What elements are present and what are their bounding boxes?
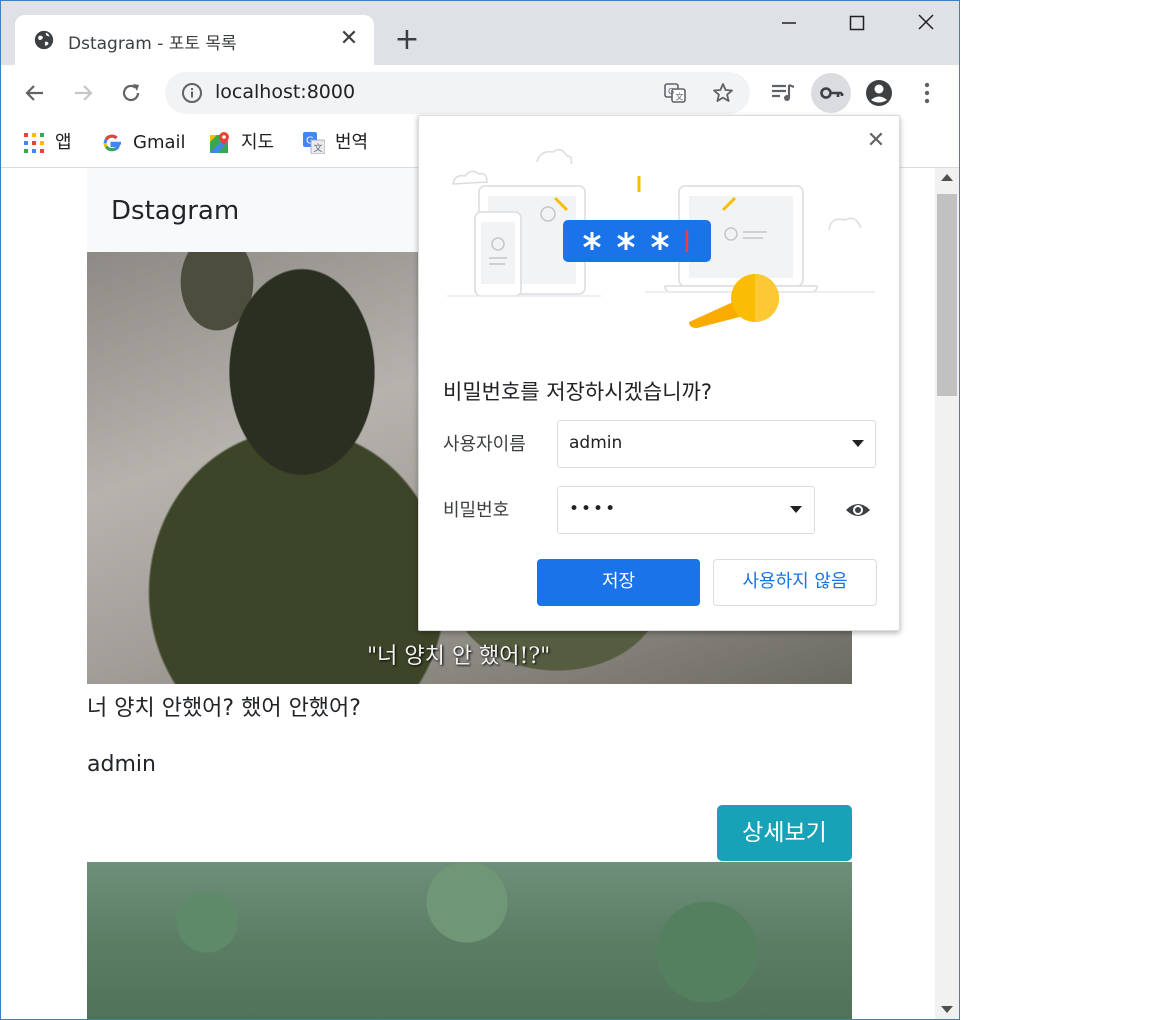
tab-title: Dstagram - 포토 목록 bbox=[68, 34, 237, 54]
url-text[interactable]: localhost:8000 bbox=[215, 81, 355, 103]
post-author: admin bbox=[87, 752, 156, 777]
scroll-thumb[interactable] bbox=[937, 194, 957, 396]
username-dropdown[interactable]: admin bbox=[557, 420, 876, 468]
globe-icon bbox=[34, 30, 54, 50]
vertical-scrollbar[interactable] bbox=[935, 168, 959, 1019]
close-icon bbox=[918, 14, 934, 30]
star-icon[interactable] bbox=[711, 81, 735, 105]
bookmark-label: 앱 bbox=[55, 132, 72, 153]
minimize-icon bbox=[782, 22, 796, 24]
bookmark-label: 번역 bbox=[335, 132, 369, 153]
username-label: 사용자이름 bbox=[443, 434, 526, 455]
password-key-button[interactable] bbox=[811, 73, 851, 113]
media-playlist-icon[interactable] bbox=[767, 77, 799, 109]
apps-grid-icon bbox=[24, 133, 44, 153]
close-window-button[interactable] bbox=[904, 9, 948, 39]
tab-close-icon[interactable]: ✕ bbox=[337, 27, 361, 51]
svg-text:文: 文 bbox=[676, 92, 684, 102]
maximize-icon bbox=[849, 15, 865, 31]
bookmark-label: Gmail bbox=[133, 132, 186, 153]
save-button[interactable]: 저장 bbox=[537, 559, 700, 606]
back-button[interactable] bbox=[17, 75, 53, 111]
detail-button[interactable]: 상세보기 bbox=[717, 805, 852, 861]
reload-button[interactable] bbox=[113, 75, 149, 111]
arrow-left-icon bbox=[25, 85, 43, 101]
scroll-up-arrow-icon[interactable] bbox=[941, 174, 953, 181]
browser-window: Dstagram - 포토 목록 ✕ + localhost:8000 G文 앱… bbox=[0, 0, 960, 1020]
address-bar[interactable]: localhost:8000 G文 bbox=[165, 72, 750, 114]
post-photo bbox=[87, 862, 852, 1019]
password-value: •••• bbox=[569, 499, 618, 519]
password-label: 비밀번호 bbox=[443, 500, 510, 521]
maps-pin-icon bbox=[210, 132, 229, 153]
minimize-button[interactable] bbox=[767, 9, 811, 39]
never-button[interactable]: 사용하지 않음 bbox=[713, 559, 877, 606]
svg-text:G: G bbox=[668, 87, 674, 96]
translate-icon: G 文 bbox=[303, 132, 325, 154]
password-illustration bbox=[447, 149, 875, 328]
bookmark-gmail[interactable]: Gmail bbox=[101, 127, 186, 159]
svg-text:文: 文 bbox=[314, 142, 323, 154]
key-icon bbox=[820, 87, 844, 99]
title-bar: Dstagram - 포토 목록 ✕ + bbox=[1, 1, 959, 65]
bookmark-maps[interactable]: 지도 bbox=[209, 127, 274, 159]
chevron-down-icon bbox=[852, 440, 864, 447]
eye-icon[interactable] bbox=[845, 500, 871, 520]
scroll-down-arrow-icon[interactable] bbox=[941, 1006, 953, 1013]
browser-toolbar: localhost:8000 G文 bbox=[1, 65, 959, 121]
post-text: 너 양치 안했어? 했어 안했어? bbox=[87, 696, 361, 721]
more-menu-icon[interactable] bbox=[911, 77, 943, 109]
maximize-button[interactable] bbox=[835, 9, 879, 39]
profile-avatar-icon[interactable] bbox=[863, 77, 895, 109]
info-icon[interactable] bbox=[181, 82, 203, 104]
password-dropdown[interactable]: •••• bbox=[557, 486, 815, 534]
site-brand[interactable]: Dstagram bbox=[111, 196, 239, 226]
translate-page-icon[interactable]: G文 bbox=[663, 81, 687, 105]
google-g-icon bbox=[103, 134, 121, 152]
browser-tab[interactable]: Dstagram - 포토 목록 ✕ bbox=[15, 15, 374, 65]
photo-subtitle: "너 양치 안 했어!?" bbox=[367, 644, 551, 669]
bookmark-translate[interactable]: G 文 번역 bbox=[303, 127, 368, 159]
forward-button[interactable] bbox=[65, 75, 101, 111]
new-tab-button[interactable]: + bbox=[394, 25, 420, 55]
save-password-popup: ✕ 비밀번호를 저장하시겠습니까? 사용자이름 admin 비밀번호 •••• … bbox=[418, 115, 900, 631]
username-value: admin bbox=[569, 433, 623, 453]
popup-title: 비밀번호를 저장하시겠습니까? bbox=[443, 380, 712, 404]
reload-icon bbox=[122, 84, 140, 102]
bookmark-label: 지도 bbox=[241, 132, 275, 153]
arrow-right-icon bbox=[75, 85, 93, 101]
bookmark-apps[interactable]: 앱 bbox=[23, 127, 72, 159]
chevron-down-icon bbox=[790, 506, 802, 513]
